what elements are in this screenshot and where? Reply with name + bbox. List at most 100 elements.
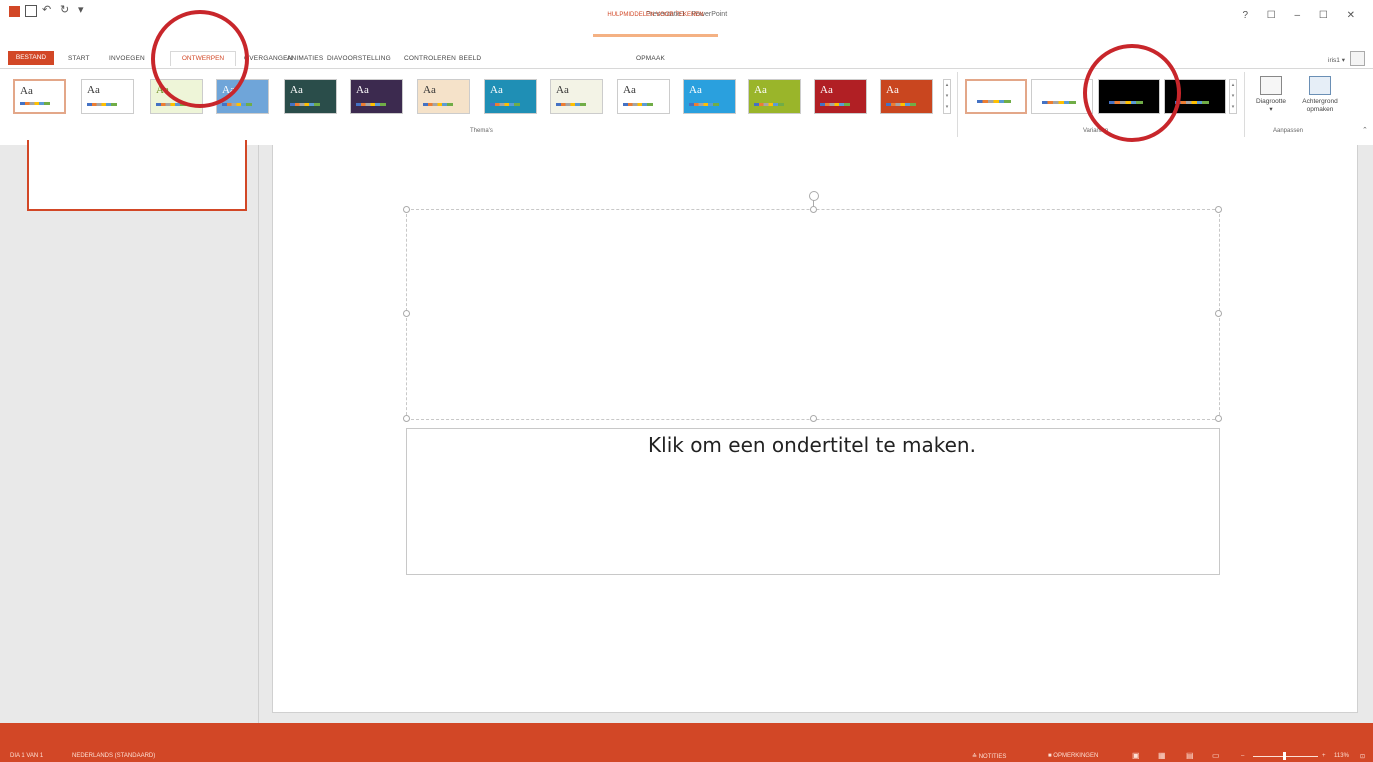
theme-thumbnail-label: Aa xyxy=(490,84,503,96)
theme-thumbnail-label: Aa xyxy=(556,84,569,96)
tab-opmaak[interactable]: OPMAAK xyxy=(636,55,665,62)
slide-sorter-icon[interactable]: ▦ xyxy=(1158,751,1166,760)
theme-thumbnail-label: Aa xyxy=(689,84,702,96)
customize-group-label: Aanpassen xyxy=(1273,128,1304,134)
theme-thumbnail[interactable]: Aa xyxy=(417,79,470,114)
theme-color-swatches xyxy=(490,103,520,106)
slideshow-icon[interactable]: ▭ xyxy=(1212,751,1220,760)
ribbon-separator xyxy=(957,72,958,137)
theme-thumbnail-label: Aa xyxy=(820,84,833,96)
annotation-circle-design-tab xyxy=(151,10,249,108)
theme-thumbnail-label: Aa xyxy=(290,84,303,96)
user-account[interactable]: iris1 ▾ xyxy=(1328,56,1345,64)
themes-group-label: Thema's xyxy=(470,128,493,134)
theme-thumbnail[interactable]: Aa xyxy=(748,79,801,114)
resize-handle[interactable] xyxy=(1215,206,1222,213)
theme-thumbnail[interactable]: Aa xyxy=(814,79,867,114)
theme-color-swatches xyxy=(754,103,784,106)
resize-handle[interactable] xyxy=(810,206,817,213)
variant-thumbnail[interactable] xyxy=(965,79,1027,114)
title-placeholder[interactable] xyxy=(406,209,1220,420)
slide-size-button[interactable]: Diagrootte ▾ xyxy=(1248,76,1294,114)
collapse-ribbon-icon[interactable]: ⌃ xyxy=(1362,126,1368,134)
theme-thumbnail[interactable]: Aa xyxy=(550,79,603,114)
zoom-in-icon[interactable]: + xyxy=(1322,753,1326,759)
theme-thumbnail[interactable]: Aa xyxy=(81,79,134,114)
theme-thumbnail-label: Aa xyxy=(87,84,100,96)
theme-color-swatches xyxy=(820,103,850,106)
theme-color-swatches xyxy=(290,103,320,106)
notes-button[interactable]: ≙ NOTITIES xyxy=(972,753,1006,760)
resize-handle[interactable] xyxy=(1215,310,1222,317)
slide-thumbnail[interactable] xyxy=(27,140,247,211)
variant-color-swatches xyxy=(1042,101,1076,104)
comments-button[interactable]: ■ OPMERKINGEN xyxy=(1048,753,1098,759)
contextual-tab-group-bar xyxy=(593,34,718,37)
theme-thumbnail[interactable]: Aa xyxy=(617,79,670,114)
theme-thumbnail[interactable]: Aa xyxy=(683,79,736,114)
theme-thumbnail[interactable]: Aa xyxy=(284,79,337,114)
zoom-slider-thumb[interactable] xyxy=(1283,752,1286,760)
format-background-label-2: opmaken xyxy=(1306,106,1334,113)
tab-animaties[interactable]: ANIMATIES xyxy=(287,55,323,62)
annotation-circle-variants xyxy=(1083,44,1181,142)
theme-color-swatches xyxy=(886,103,916,106)
tab-overgangen[interactable]: OVERGANGEN xyxy=(244,55,293,62)
format-background-button[interactable]: Achtergrond opmaken xyxy=(1294,76,1346,114)
ribbon-separator xyxy=(1244,72,1245,137)
status-bar xyxy=(0,723,1373,762)
theme-thumbnail-label: Aa xyxy=(886,84,899,96)
slide-size-label: Diagrootte xyxy=(1256,98,1286,105)
theme-color-swatches xyxy=(556,103,586,106)
contextual-tab-group-label: HULPMIDDELEN VOOR TEKENEN xyxy=(607,12,704,18)
language-indicator[interactable]: NEDERLANDS (STANDAARD) xyxy=(72,753,155,759)
reading-view-icon[interactable]: ▤ xyxy=(1186,751,1194,760)
tab-beeld[interactable]: BEELD xyxy=(459,55,481,62)
resize-handle[interactable] xyxy=(403,206,410,213)
normal-view-icon[interactable]: ▣ xyxy=(1132,751,1140,760)
notes-icon: ≙ xyxy=(972,754,979,760)
theme-thumbnail-label: Aa xyxy=(623,84,636,96)
tab-start[interactable]: START xyxy=(68,55,90,62)
fit-to-window-icon[interactable]: ⊡ xyxy=(1360,753,1365,760)
tab-bestand[interactable]: BESTAND xyxy=(8,51,54,65)
theme-color-swatches xyxy=(356,103,386,106)
theme-thumbnail[interactable]: Aa xyxy=(13,79,66,114)
resize-handle[interactable] xyxy=(403,310,410,317)
variant-color-swatches xyxy=(977,100,1011,103)
theme-color-swatches xyxy=(20,102,50,105)
resize-handle[interactable] xyxy=(1215,415,1222,422)
slide-counter: DIA 1 VAN 1 xyxy=(10,753,44,759)
tab-diavoorstelling[interactable]: DIAVOORSTELLING xyxy=(327,55,391,62)
resize-handle[interactable] xyxy=(403,415,410,422)
zoom-out-icon[interactable]: – xyxy=(1241,753,1244,759)
window-controls[interactable]: ? ☐ – ☐ ✕ xyxy=(1242,10,1363,21)
theme-thumbnail[interactable]: Aa xyxy=(484,79,537,114)
avatar[interactable] xyxy=(1350,51,1365,66)
format-background-label-1: Achtergrond xyxy=(1302,98,1338,105)
themes-scroll-buttons[interactable]: ▴ ▾ ▾ xyxy=(943,79,951,114)
theme-color-swatches xyxy=(423,103,453,106)
theme-thumbnail[interactable]: Aa xyxy=(880,79,933,114)
theme-color-swatches xyxy=(623,103,653,106)
notes-label: NOTITIES xyxy=(978,754,1007,760)
chevron-down-icon: ▾ xyxy=(1269,106,1273,113)
comments-label: OPMERKINGEN xyxy=(1053,753,1099,759)
theme-thumbnail-label: Aa xyxy=(356,84,369,96)
variants-scroll-buttons[interactable]: ▴ ▾ ▾ xyxy=(1229,79,1237,114)
slide-size-icon xyxy=(1260,76,1282,95)
format-background-icon xyxy=(1309,76,1331,95)
theme-thumbnail[interactable]: Aa xyxy=(350,79,403,114)
tab-controleren[interactable]: CONTROLEREN xyxy=(404,55,456,62)
subtitle-placeholder-text[interactable]: Klik om een ondertitel te maken. xyxy=(406,433,1218,457)
theme-thumbnail-label: Aa xyxy=(754,84,767,96)
theme-thumbnail-label: Aa xyxy=(20,85,33,97)
zoom-level[interactable]: 113% xyxy=(1334,753,1349,759)
slide-thumbnail-pane xyxy=(0,145,259,723)
resize-handle[interactable] xyxy=(810,415,817,422)
theme-thumbnail-label: Aa xyxy=(423,84,436,96)
rotation-handle[interactable] xyxy=(809,191,819,201)
theme-color-swatches xyxy=(87,103,117,106)
tab-invoegen[interactable]: INVOEGEN xyxy=(109,55,145,62)
theme-color-swatches xyxy=(689,103,719,106)
